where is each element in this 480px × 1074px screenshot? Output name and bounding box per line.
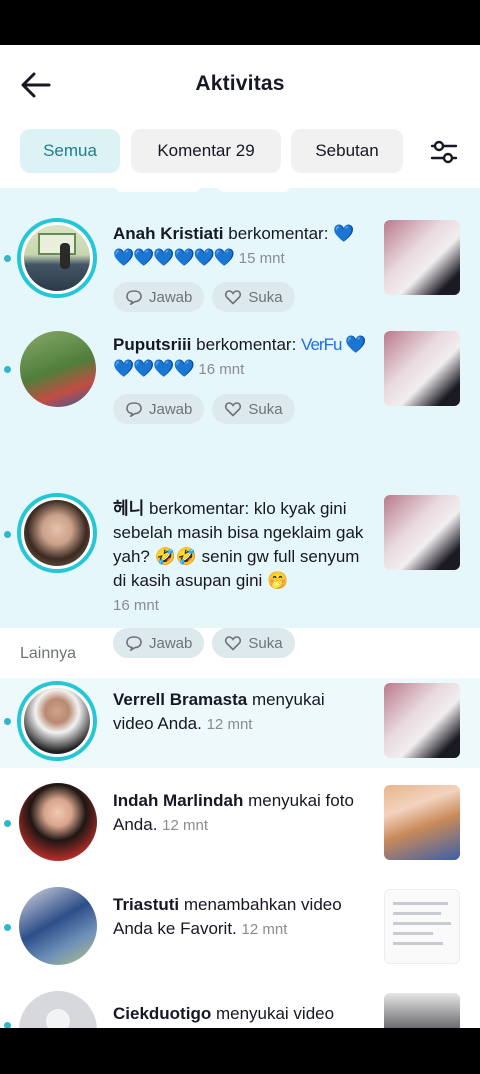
video-thumbnail[interactable] [384, 993, 460, 1028]
comment-actions: Jawab Suka [113, 282, 295, 312]
unread-dot [4, 820, 11, 827]
section-header-lainnya: Lainnya [20, 645, 77, 662]
tab-sebutan[interactable]: Sebutan [291, 129, 403, 173]
unread-dot [4, 531, 11, 538]
list-item[interactable]: Indah Marlindah menyukai foto Anda. 12 m… [0, 780, 480, 880]
video-thumbnail[interactable] [384, 331, 460, 406]
video-thumbnail[interactable] [384, 220, 460, 295]
avatar[interactable] [20, 331, 96, 407]
like-button[interactable]: Suka [212, 394, 295, 424]
header: Aktivitas [0, 45, 480, 125]
list-item[interactable]: Verrell Bramasta menyukai video Anda. 12… [0, 678, 480, 768]
tab-semua[interactable]: Semua [20, 129, 120, 173]
unread-dot [4, 255, 11, 262]
list-item[interactable]: 헤니 berkomentar: klo kyak gini sebelah ma… [0, 493, 480, 658]
comment-text: 헤니 berkomentar: klo kyak gini sebelah ma… [113, 499, 364, 614]
avatar[interactable] [17, 493, 97, 573]
tab-bar: Semua Komentar 29 Sebutan [0, 129, 480, 175]
chat-bubble-icon [126, 402, 142, 417]
system-navigation-bar [0, 1028, 480, 1074]
like-button[interactable]: Suka [212, 628, 295, 658]
unread-comments-section: Anah Kristiati berkomentar: 💙💙💙💙💙💙💙 15 m… [0, 188, 480, 658]
unread-dot [4, 366, 11, 373]
tab-komentar[interactable]: Komentar 29 [131, 129, 281, 173]
comment-text: Puputsriii berkomentar: VerFu 💙💙💙💙💙 16 m… [113, 335, 366, 378]
sliders-icon[interactable] [424, 137, 462, 167]
activity-text: Ciekduotigo menyukai video [113, 1004, 335, 1023]
heart-outline-icon [225, 636, 242, 651]
video-thumbnail[interactable] [384, 683, 460, 758]
like-button[interactable]: Suka [212, 282, 295, 312]
avatar[interactable] [17, 218, 97, 298]
video-thumbnail[interactable] [384, 495, 460, 570]
video-thumbnail[interactable] [384, 889, 460, 964]
heart-outline-icon [225, 290, 242, 305]
activity-list: Anah Kristiati berkomentar: 💙💙💙💙💙💙💙 15 m… [0, 188, 480, 1028]
activity-text: Indah Marlindah menyukai foto Anda. 12 m… [113, 791, 354, 834]
avatar[interactable] [19, 991, 97, 1028]
avatar[interactable] [19, 887, 97, 965]
activity-screen: Aktivitas Semua Komentar 29 Sebutan Anah… [0, 45, 480, 1028]
scroll-peek [218, 188, 290, 192]
activity-text: Triastuti menambahkan video Anda ke Favo… [113, 895, 342, 938]
chat-bubble-icon [126, 290, 142, 305]
heart-outline-icon [225, 402, 242, 417]
scroll-peek [115, 188, 200, 192]
avatar[interactable] [17, 681, 97, 761]
comment-actions: Jawab Suka [113, 628, 295, 658]
comment-actions: Jawab Suka [113, 394, 295, 424]
reply-button[interactable]: Jawab [113, 394, 205, 424]
avatar[interactable] [19, 783, 97, 861]
comment-text: Anah Kristiati berkomentar: 💙💙💙💙💙💙💙 15 m… [113, 224, 354, 267]
unread-dot [4, 924, 11, 931]
reply-button[interactable]: Jawab [113, 282, 205, 312]
list-item[interactable]: Anah Kristiati berkomentar: 💙💙💙💙💙💙💙 15 m… [0, 218, 480, 348]
list-item[interactable]: Triastuti menambahkan video Anda ke Favo… [0, 884, 480, 984]
activity-text: Verrell Bramasta menyukai video Anda. 12… [113, 690, 325, 733]
list-item[interactable]: Ciekduotigo menyukai video [0, 988, 480, 1028]
page-title: Aktivitas [195, 72, 285, 95]
photo-thumbnail[interactable] [384, 785, 460, 860]
unread-dot [4, 718, 11, 725]
list-item[interactable]: Puputsriii berkomentar: VerFu 💙💙💙💙💙 16 m… [0, 331, 480, 455]
reply-button[interactable]: Jawab [113, 628, 205, 658]
chat-bubble-icon [126, 636, 142, 651]
